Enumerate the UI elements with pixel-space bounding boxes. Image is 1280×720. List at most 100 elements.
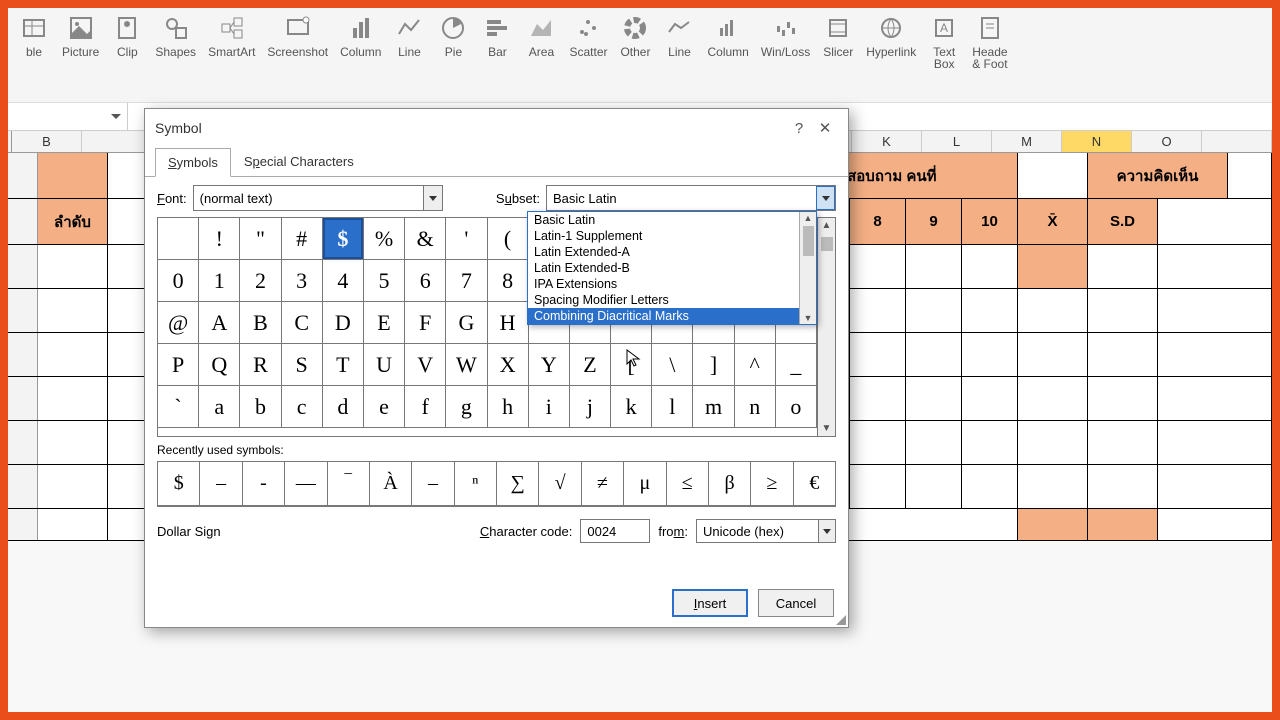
symbol-cell[interactable]: 2 [240,260,281,302]
recent-symbol-cell[interactable]: € [794,462,836,506]
column-header-17[interactable] [1202,131,1272,152]
close-button[interactable]: ✕ [812,115,838,141]
cell[interactable] [1088,377,1158,420]
symbol-cell[interactable]: S [282,344,323,386]
cell-comment-header[interactable]: ความคิดเห็น [1088,153,1228,198]
cell[interactable] [850,333,906,376]
subset-option[interactable]: IPA Extensions [528,276,816,292]
cell[interactable] [1018,465,1088,508]
ribbon-line[interactable]: Line [387,10,431,100]
name-box[interactable] [8,103,128,130]
cell[interactable] [906,465,962,508]
column-header-O[interactable]: O [1132,131,1202,152]
symbol-cell[interactable]: j [570,386,611,428]
symbol-cell[interactable]: g [446,386,487,428]
cell[interactable] [850,421,906,464]
symbol-cell[interactable]: V [405,344,446,386]
symbol-cell[interactable]: m [693,386,734,428]
ribbon-other[interactable]: Other [613,10,657,100]
symbol-cell[interactable]: n [735,386,776,428]
symbol-cell[interactable]: # [282,218,323,260]
cell-seq[interactable]: ลำดับ [38,199,108,244]
cell[interactable] [1158,377,1272,420]
recent-symbol-cell[interactable]: ‒ [200,462,242,506]
ribbon-pie[interactable]: Pie [431,10,475,100]
column-header-B[interactable]: B [12,131,82,152]
symbol-cell[interactable] [158,218,199,260]
symbol-cell[interactable]: U [364,344,405,386]
cell[interactable] [906,421,962,464]
subset-combo[interactable] [546,185,836,211]
cell[interactable] [850,245,906,288]
symbol-cell[interactable]: Y [529,344,570,386]
resize-grip[interactable] [832,611,848,627]
recent-symbol-cell[interactable]: β [709,462,751,506]
cell[interactable] [1018,377,1088,420]
cell[interactable] [38,289,108,332]
symbol-cell[interactable]: 3 [282,260,323,302]
subset-option[interactable]: Basic Latin [528,212,816,228]
symbol-cell[interactable]: T [323,344,364,386]
cell[interactable] [38,377,108,420]
font-input[interactable] [194,191,423,206]
cancel-button[interactable]: Cancel [758,589,834,617]
recent-symbol-cell[interactable]: $ [158,462,200,506]
column-header-K[interactable]: K [852,131,922,152]
cell-total-x[interactable] [1018,509,1088,540]
symbol-cell[interactable]: P [158,344,199,386]
symbol-cell[interactable]: b [240,386,281,428]
character-code-input[interactable] [580,519,650,543]
cell[interactable] [1088,289,1158,332]
symbol-grid-scrollbar[interactable]: ▲ ▼ [817,218,835,436]
cell[interactable] [1158,245,1272,288]
cell[interactable] [906,333,962,376]
recent-symbol-cell[interactable]: À [370,462,412,506]
ribbon-hyperlink[interactable]: Hyperlink [860,10,922,100]
symbol-cell[interactable]: H [488,302,529,344]
cell[interactable] [1158,289,1272,332]
subset-option[interactable]: Combining Diacritical Marks [528,308,816,324]
insert-button[interactable]: Insert [672,589,748,617]
recent-symbol-cell[interactable]: μ [624,462,666,506]
from-combo[interactable] [696,519,836,543]
symbol-cell[interactable]: e [364,386,405,428]
symbol-cell[interactable]: 7 [446,260,487,302]
subset-option[interactable]: Spacing Modifier Letters [528,292,816,308]
cell[interactable] [906,377,962,420]
symbol-cell[interactable]: 5 [364,260,405,302]
cell[interactable] [962,245,1018,288]
symbol-cell[interactable]: [ [611,344,652,386]
recent-symbol-cell[interactable]: ⁿ [455,462,497,506]
symbol-cell[interactable]: F [405,302,446,344]
symbol-cell[interactable]: ^ [735,344,776,386]
symbol-cell[interactable]: D [323,302,364,344]
symbol-cell[interactable]: B [240,302,281,344]
cell[interactable] [1018,245,1088,288]
ribbon-scatter[interactable]: Scatter [563,10,613,100]
recent-symbol-cell[interactable]: ∑ [497,462,539,506]
cell[interactable] [1158,421,1272,464]
column-header-L[interactable]: L [922,131,992,152]
symbol-cell[interactable]: Z [570,344,611,386]
ribbon-column[interactable]: Column [334,10,387,100]
ribbon-bar[interactable]: Bar [475,10,519,100]
column-header-1[interactable] [82,131,152,152]
tab-special-characters[interactable]: Special Characters [231,147,367,176]
ribbon-screenshot[interactable]: Screenshot [261,10,334,100]
recent-symbol-cell[interactable]: ≥ [751,462,793,506]
cell[interactable] [38,421,108,464]
recent-symbol-cell[interactable]: ‾ [328,462,370,506]
subset-input[interactable] [547,191,816,206]
symbol-cell[interactable]: A [199,302,240,344]
symbol-cell[interactable]: ` [158,386,199,428]
cell-q8[interactable]: 8 [850,199,906,244]
cell-q9[interactable]: 9 [906,199,962,244]
symbol-cell[interactable]: % [364,218,405,260]
symbol-cell[interactable]: f [405,386,446,428]
font-combo[interactable] [193,185,443,211]
ribbon-win/loss[interactable]: Win/Loss [755,10,816,100]
symbol-cell[interactable]: o [776,386,817,428]
ribbon-heade-&-foot[interactable]: Heade & Foot [966,10,1013,100]
tab-symbols[interactable]: Symbols [155,148,231,177]
symbol-cell[interactable]: Q [199,344,240,386]
